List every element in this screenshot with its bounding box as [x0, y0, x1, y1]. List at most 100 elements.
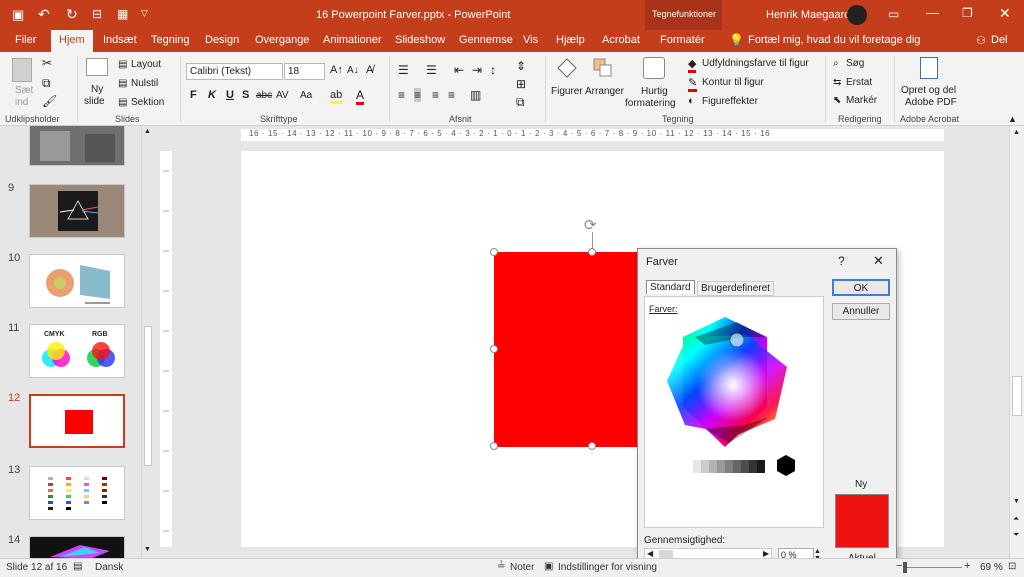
tab-home[interactable]: Hjem — [51, 30, 93, 52]
present-icon[interactable]: ⊟ — [92, 7, 102, 21]
paste-label-2[interactable]: ind — [15, 97, 28, 108]
share-icon[interactable]: ⚇ — [976, 34, 986, 47]
tab-review[interactable]: Gennemse — [459, 34, 513, 46]
numbering-icon[interactable]: ☰ — [426, 63, 437, 77]
tab-format[interactable]: Formatér — [660, 34, 705, 46]
ok-button[interactable]: OK — [832, 279, 890, 296]
scroll-down-icon[interactable]: ▼ — [144, 546, 151, 553]
shrink-font-icon[interactable]: A↓ — [347, 65, 359, 76]
resize-handle[interactable] — [490, 345, 498, 353]
avatar[interactable] — [847, 5, 867, 25]
shape-effects-icon[interactable]: ◐ — [688, 95, 695, 107]
shape-fill-button[interactable]: Udfyldningsfarve til figur — [702, 58, 809, 69]
tab-insert[interactable]: Indsæt — [103, 34, 137, 46]
scroll-up-icon[interactable]: ▲ — [1013, 129, 1020, 136]
next-slide-icon[interactable]: ⏷ — [1013, 530, 1019, 540]
save-icon[interactable]: ▣ — [12, 7, 24, 23]
grow-font-icon[interactable]: A↑ — [330, 64, 343, 76]
format-painter-icon[interactable]: 🖌 — [42, 94, 57, 108]
font-family-select[interactable]: Calibri (Tekst) — [186, 63, 283, 80]
quick-styles-icon[interactable] — [643, 57, 665, 79]
tab-slideshow[interactable]: Slideshow — [395, 34, 445, 46]
zoom-in-icon[interactable]: + — [964, 560, 970, 572]
quick-styles-label-2[interactable]: formatering — [625, 98, 676, 109]
layout-button[interactable]: Layout — [131, 59, 161, 70]
tab-help[interactable]: Hjælp — [556, 34, 585, 46]
red-rectangle-shape[interactable] — [494, 252, 644, 447]
cut-icon[interactable]: ✂ — [42, 56, 52, 70]
collapse-ribbon-icon[interactable]: ▲ — [1008, 114, 1017, 124]
reset-button[interactable]: Nulstil — [131, 78, 158, 89]
paste-label[interactable]: Sæt — [15, 85, 33, 96]
resize-handle[interactable] — [490, 248, 498, 256]
user-name[interactable]: Henrik Maegaard — [766, 9, 850, 21]
align-center-icon[interactable]: ≡ — [414, 88, 422, 102]
shadow-button[interactable]: S — [242, 89, 249, 101]
bullets-icon[interactable]: ☰ — [398, 63, 409, 77]
resize-handle[interactable] — [588, 442, 596, 450]
help-button[interactable]: ? — [838, 254, 845, 268]
shapes-icon[interactable] — [556, 57, 578, 79]
scroll-up-icon[interactable]: ▲ — [144, 128, 151, 135]
close-icon[interactable]: ✕ — [999, 5, 1011, 22]
tab-animations[interactable]: Animationer — [323, 34, 382, 46]
slide-thumbnail[interactable] — [29, 536, 125, 558]
scroll-thumb[interactable] — [1012, 376, 1022, 416]
resize-handle[interactable] — [490, 442, 498, 450]
tab-view[interactable]: Vis — [523, 34, 538, 46]
shape-outline-button[interactable]: Kontur til figur — [702, 77, 764, 88]
canvas-scrollbar[interactable]: ▲ ▼ ⏶ ⏷ — [1009, 126, 1024, 558]
new-slide-label[interactable]: Ny — [91, 84, 103, 95]
zoom-level[interactable]: 69 % — [980, 562, 1003, 573]
slider-left-icon[interactable]: ◀ — [647, 549, 653, 558]
shape-fill-icon[interactable]: ◆ — [688, 57, 697, 73]
minimize-icon[interactable]: — — [926, 5, 939, 20]
copy-icon[interactable]: ⧉ — [42, 76, 51, 91]
scroll-down-icon[interactable]: ▼ — [1013, 498, 1020, 505]
slide-thumbnail[interactable] — [29, 184, 125, 238]
quick-styles-label[interactable]: Hurtig — [641, 86, 668, 97]
tab-standard[interactable]: Standard — [646, 280, 695, 294]
spellcheck-icon[interactable]: ▤ — [73, 561, 82, 572]
tell-me-search[interactable]: Fortæl mig, hvad du vil foretage dig — [748, 34, 920, 46]
language-indicator[interactable]: Dansk — [95, 562, 123, 573]
create-pdf-label[interactable]: Opret og del — [901, 85, 956, 96]
select-button[interactable]: Markér — [846, 95, 877, 106]
shape-outline-icon[interactable]: ✎ — [688, 76, 698, 92]
tab-draw[interactable]: Tegning — [151, 34, 190, 46]
tab-design[interactable]: Design — [205, 34, 239, 46]
shape-effects-button[interactable]: Figureffekter — [702, 96, 758, 107]
find-button[interactable]: Søg — [846, 58, 864, 69]
highlight-icon[interactable]: ab — [330, 89, 343, 104]
rotate-handle-icon[interactable]: ⟳ — [584, 216, 597, 234]
shapes-button[interactable]: Figurer — [551, 86, 583, 97]
zoom-out-icon[interactable]: − — [896, 560, 902, 572]
text-direction-icon[interactable]: ⇕ — [516, 59, 526, 73]
increase-indent-icon[interactable]: ⇥ — [472, 63, 482, 77]
align-text-icon[interactable]: ⊞ — [516, 77, 526, 91]
slider-right-icon[interactable]: ▶ — [763, 549, 769, 558]
align-right-icon[interactable]: ≡ — [432, 88, 439, 102]
tab-transitions[interactable]: Overgange — [255, 34, 309, 46]
decrease-indent-icon[interactable]: ⇤ — [454, 63, 464, 77]
zoom-slider-thumb[interactable] — [903, 562, 907, 573]
thumbnail-scrollbar[interactable]: ▲ ▼ — [141, 126, 153, 558]
arrange-button[interactable]: Arranger — [585, 86, 624, 97]
strikethrough-button[interactable]: abc — [256, 90, 272, 101]
scroll-thumb[interactable] — [144, 326, 152, 466]
color-hexagon-picker[interactable] — [645, 297, 825, 529]
replace-button[interactable]: Erstat — [846, 77, 872, 88]
char-spacing-button[interactable]: AV — [276, 90, 289, 101]
slide-thumbnail-selected[interactable] — [29, 394, 125, 448]
undo-icon[interactable]: ↶ — [38, 6, 50, 23]
smartart-icon[interactable]: ⧉ — [516, 95, 525, 110]
restore-icon[interactable]: ❐ — [962, 6, 973, 20]
customize-qat-icon[interactable]: ▽ — [141, 8, 148, 19]
ribbon-display-icon[interactable]: ▭ — [888, 7, 899, 21]
slide-thumbnail[interactable]: CMYK RGB — [29, 324, 125, 378]
display-settings-button[interactable]: Indstillinger for visning — [558, 562, 657, 573]
create-pdf-label-2[interactable]: Adobe PDF — [905, 97, 957, 108]
line-spacing-icon[interactable]: ↕ — [490, 63, 496, 77]
pdf-icon[interactable] — [920, 57, 938, 79]
font-color-icon[interactable]: A — [356, 88, 365, 105]
